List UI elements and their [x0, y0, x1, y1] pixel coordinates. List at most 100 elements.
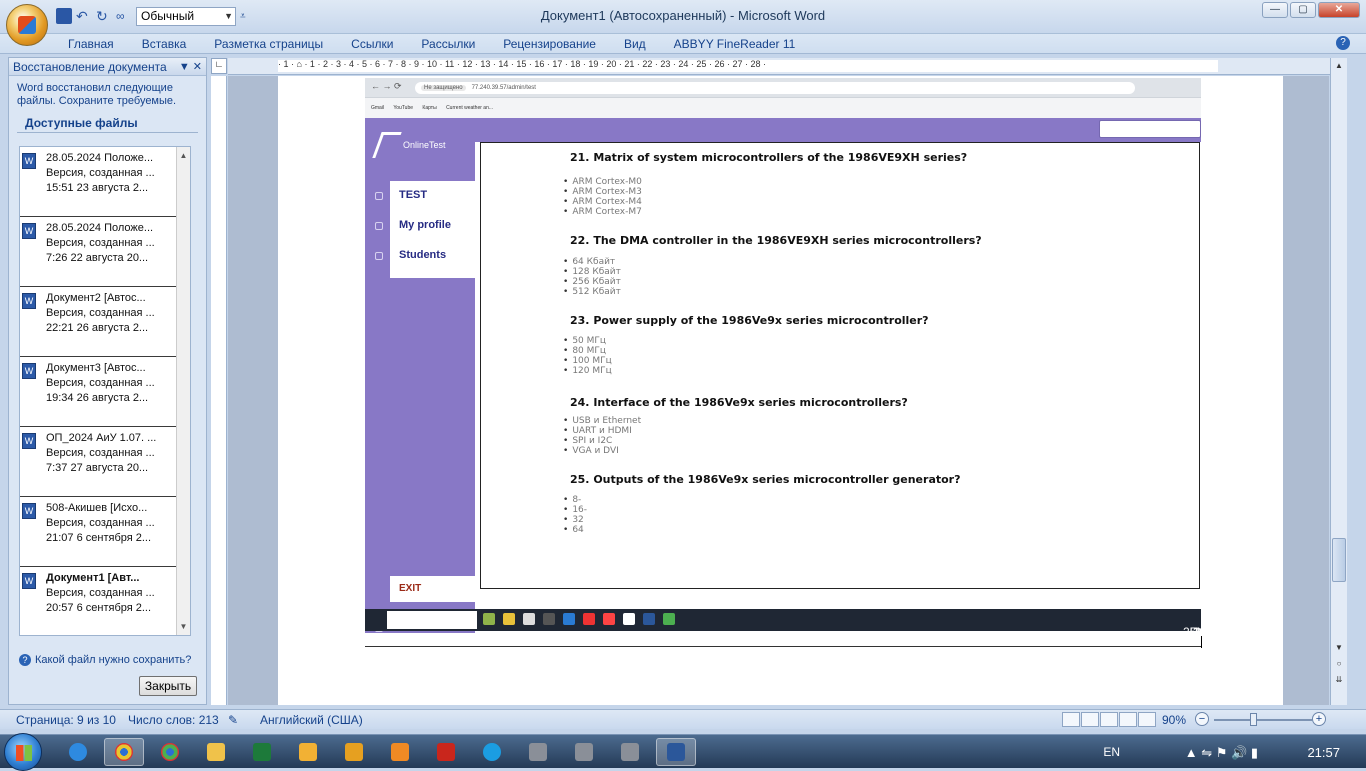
bookmark: Current weather an... — [446, 105, 494, 111]
taskbar-pdf[interactable] — [426, 738, 466, 766]
draft-icon[interactable] — [1138, 712, 1156, 727]
date-text: 20.06.2024 — [1193, 625, 1201, 633]
input-language[interactable]: EN — [1103, 745, 1120, 759]
app-icon — [575, 743, 593, 761]
tray-icons[interactable]: ▲ ⇋ ⚑ 🔊 ▮ — [1185, 745, 1258, 761]
app-icon — [543, 613, 555, 625]
tab-mailings[interactable]: Рассылки — [407, 36, 489, 52]
menu-students: Students — [399, 249, 447, 261]
word-doc-icon: W — [22, 153, 36, 169]
word-doc-icon: W — [22, 573, 36, 589]
taskbar-chrome-active[interactable] — [104, 738, 144, 766]
taskbar-edge[interactable] — [472, 738, 512, 766]
tab-page-layout[interactable]: Разметка страницы — [200, 36, 337, 52]
minimize-button[interactable]: — — [1262, 2, 1288, 18]
answer-option: 8- — [563, 495, 587, 505]
list-item[interactable]: W Документ3 [Автос... Версия, созданная ..… — [20, 357, 182, 427]
excel-icon — [253, 743, 271, 761]
list-item[interactable]: W Документ2 [Автос... Версия, созданная ..… — [20, 287, 182, 357]
close-pane-button[interactable]: Закрыть — [139, 676, 197, 696]
window-title: Документ1 (Автосохраненный) - Microsoft … — [540, 8, 826, 23]
tab-selector[interactable]: ∟ — [211, 58, 227, 74]
menu-test: TEST — [399, 189, 428, 201]
spelling-icon[interactable]: ✎ — [228, 713, 238, 727]
tab-references[interactable]: Ссылки — [337, 36, 407, 52]
taskbar-ie[interactable] — [58, 738, 98, 766]
scroll-thumb[interactable] — [1332, 538, 1346, 582]
help-icon[interactable]: ? — [1336, 36, 1350, 50]
taskbar-explorer[interactable] — [196, 738, 236, 766]
tab-review[interactable]: Рецензирование — [489, 36, 610, 52]
list-item[interactable]: W ОП_2024 АиУ 1.07. ... Версия, созданная … — [20, 427, 182, 497]
file-name: 28.05.2024 Положе... — [46, 152, 154, 164]
file-list-scrollbar[interactable]: ▲ ▼ — [176, 147, 190, 635]
word-count[interactable]: Число слов: 213 — [128, 713, 219, 727]
horizontal-ruler[interactable]: · 1 · ⌂ · 1 · 2 · 3 · 4 · 5 · 6 · 7 · 8 … — [228, 58, 1330, 75]
taskbar-app[interactable] — [564, 738, 604, 766]
page[interactable]: ← → ⟳ Не защищено 77.240.39.57/admin/test… — [278, 76, 1283, 705]
list-item[interactable]: W 508-Акишев [Исхо... Версия, созданная ..… — [20, 497, 182, 567]
scroll-up-icon[interactable]: ▲ — [1331, 58, 1347, 74]
file-version: Версия, созданная ... — [46, 237, 155, 249]
answer-option: ARM Cortex-M7 — [563, 207, 642, 217]
vertical-scrollbar[interactable]: ▲ ▼ ○ ⇊ — [1330, 58, 1347, 705]
answer-list: 8-16-3264 — [563, 495, 587, 535]
select-browse-object-icon[interactable]: ○ — [1331, 656, 1347, 672]
zoom-slider-thumb[interactable] — [1250, 713, 1257, 726]
zoom-level[interactable]: 90% — [1162, 713, 1186, 727]
page-count[interactable]: Страница: 9 из 10 — [16, 713, 116, 727]
office-button[interactable] — [6, 4, 48, 46]
web-layout-icon[interactable] — [1100, 712, 1118, 727]
language[interactable]: Английский (США) — [260, 713, 363, 727]
chrome-icon — [115, 743, 133, 761]
tab-home[interactable]: Главная — [54, 36, 128, 52]
file-time: 21:07 6 сентября 2... — [46, 532, 152, 544]
taskbar-app[interactable] — [610, 738, 650, 766]
list-item[interactable]: W 28.05.2024 Положе... Версия, созданная .… — [20, 147, 182, 217]
list-item[interactable]: W 28.05.2024 Положе... Версия, созданная .… — [20, 217, 182, 287]
which-file-link[interactable]: ? Какой файл нужно сохранить? — [19, 654, 191, 666]
taskbar-word[interactable] — [656, 738, 696, 766]
file-version: Версия, созданная ... — [46, 377, 155, 389]
tab-abbyy[interactable]: ABBYY FineReader 11 — [660, 36, 810, 52]
answer-option: USB и Ethernet — [563, 416, 641, 426]
menu-my-profile: My profile — [399, 219, 451, 231]
media-player-icon — [391, 743, 409, 761]
tab-insert[interactable]: Вставка — [128, 36, 201, 52]
scroll-down-icon[interactable]: ▼ — [1331, 640, 1347, 656]
vertical-ruler[interactable] — [211, 76, 227, 705]
available-files-heading: Доступные файлы — [17, 114, 198, 133]
start-button[interactable] — [4, 733, 42, 771]
questions-panel: 21. Matrix of system microcontrollers of… — [480, 142, 1200, 589]
file-version: Версия, созданная ... — [46, 307, 155, 319]
file-version: Версия, созданная ... — [46, 447, 155, 459]
outline-icon[interactable] — [1119, 712, 1137, 727]
taskbar-app[interactable] — [334, 738, 374, 766]
zoom-slider[interactable] — [1214, 719, 1312, 721]
taskbar-app[interactable] — [518, 738, 558, 766]
clock[interactable]: 21:57 — [1307, 745, 1340, 760]
list-item[interactable]: W Документ1 [Авт... Версия, созданная ... 2… — [20, 567, 182, 635]
window-controls: — ▢ ✕ — [1262, 2, 1360, 18]
taskbar-media[interactable] — [380, 738, 420, 766]
full-screen-reading-icon[interactable] — [1081, 712, 1099, 727]
zoom-out-icon[interactable]: − — [1195, 712, 1209, 726]
answer-option: 100 МГц — [563, 356, 611, 366]
person-icon — [375, 222, 383, 230]
taskbar-excel[interactable] — [242, 738, 282, 766]
next-page-icon[interactable]: ⇊ — [1331, 672, 1347, 688]
word-doc-icon: W — [22, 363, 36, 379]
app-icon — [523, 613, 535, 625]
maximize-button[interactable]: ▢ — [1290, 2, 1316, 18]
pane-close-icon[interactable]: ▼ ✕ — [179, 60, 202, 73]
pdf-icon — [437, 743, 455, 761]
zoom-in-icon[interactable]: + — [1312, 712, 1326, 726]
print-layout-icon[interactable] — [1062, 712, 1080, 727]
tab-view[interactable]: Вид — [610, 36, 660, 52]
file-time: 19:34 26 августа 2... — [46, 392, 149, 404]
embedded-tray: 25°C Sunny РУС 11:28 20.06.2024 — [1183, 615, 1201, 633]
answer-list: 50 МГц80 МГц100 МГц120 МГц — [563, 336, 611, 376]
taskbar-app[interactable] — [288, 738, 328, 766]
taskbar-chrome[interactable] — [150, 738, 190, 766]
close-button[interactable]: ✕ — [1318, 2, 1360, 18]
